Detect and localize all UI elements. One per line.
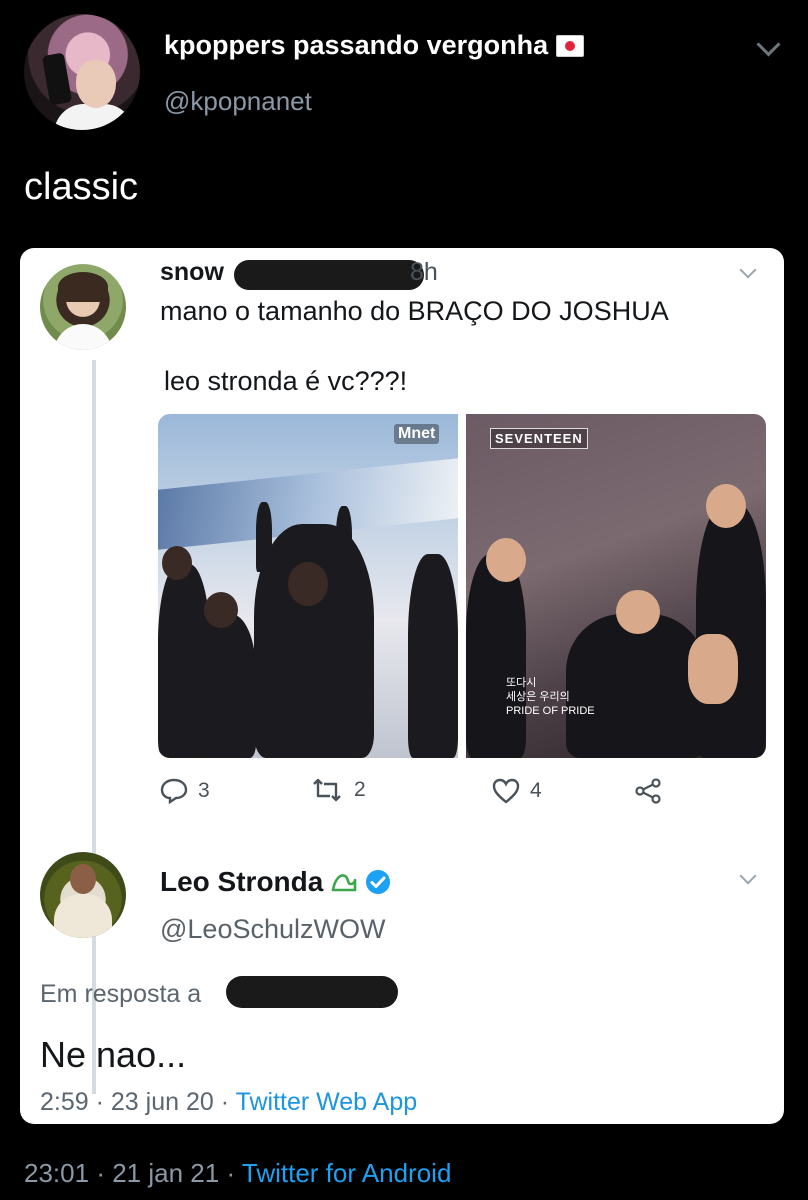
seventeen-logo: SEVENTEEN <box>490 428 588 449</box>
leo-meta: 2:59 · 23 jun 20 · Twitter Web App <box>40 1088 418 1116</box>
snow-action-bar: 3 2 4 <box>160 778 760 812</box>
leo-name: Leo Stronda <box>160 866 324 897</box>
snow-timestamp: 8h <box>410 258 438 286</box>
tweet-options-chevron-icon[interactable] <box>756 32 781 57</box>
author-name-row[interactable]: kpoppers passando vergonha <box>164 30 585 61</box>
like-action: 4 <box>492 778 542 804</box>
leo-chevron-icon <box>739 867 757 885</box>
tweet-meta: 23:01 · 21 jan 21 · Twitter for Android <box>24 1158 452 1188</box>
author-name[interactable]: kpoppers passando vergonha <box>164 30 548 61</box>
attached-screenshot[interactable]: snow 8h mano o tamanho do BRAÇO DO JOSHU… <box>20 248 784 1124</box>
share-icon <box>635 778 661 804</box>
tweet-time[interactable]: 23:01 <box>24 1158 89 1188</box>
japan-flag-icon <box>556 34 585 57</box>
media-caption: 또다시 세상은 우리의 PRIDE OF PRIDE <box>506 677 595 717</box>
tweet-date[interactable]: 21 jan 21 <box>112 1158 219 1188</box>
mnet-logo: Mnet <box>394 424 440 444</box>
snow-chevron-icon <box>739 261 757 279</box>
retweet-icon <box>313 778 341 802</box>
snow-text-line2: leo stronda é vc???! <box>164 366 408 396</box>
media-photo-left: Mnet <box>158 414 458 758</box>
share-action <box>634 778 662 804</box>
snow-text-line1: mano o tamanho do BRAÇO DO JOSHUA <box>160 296 669 326</box>
reply-to-label: Em resposta a <box>40 980 202 1008</box>
redacted-handle <box>234 260 424 290</box>
retweet-action: 2 <box>310 778 366 802</box>
snow-name: snow <box>160 258 224 286</box>
tweet-source-link[interactable]: Twitter for Android <box>242 1158 452 1188</box>
leo-handle: @LeoSchulzWOW <box>160 914 386 944</box>
author-avatar[interactable] <box>24 14 140 130</box>
redacted-reply-handle <box>226 976 398 1008</box>
leo-reply-text: Ne nao... <box>40 1034 187 1075</box>
verified-badge-icon <box>366 870 391 894</box>
wave-emoji-icon <box>332 874 357 892</box>
snow-avatar <box>40 264 126 350</box>
author-handle[interactable]: @kpopnanet <box>164 86 312 117</box>
reply-action: 3 <box>160 778 210 804</box>
leo-avatar <box>40 852 126 938</box>
heart-icon <box>492 778 520 804</box>
tweet-text: classic <box>24 166 139 208</box>
reply-icon <box>160 778 188 804</box>
media-photo-right: SEVENTEEN 또다시 세상은 우리의 PRIDE OF PRIDE <box>466 414 766 758</box>
leo-name-row: Leo Stronda <box>160 866 391 898</box>
